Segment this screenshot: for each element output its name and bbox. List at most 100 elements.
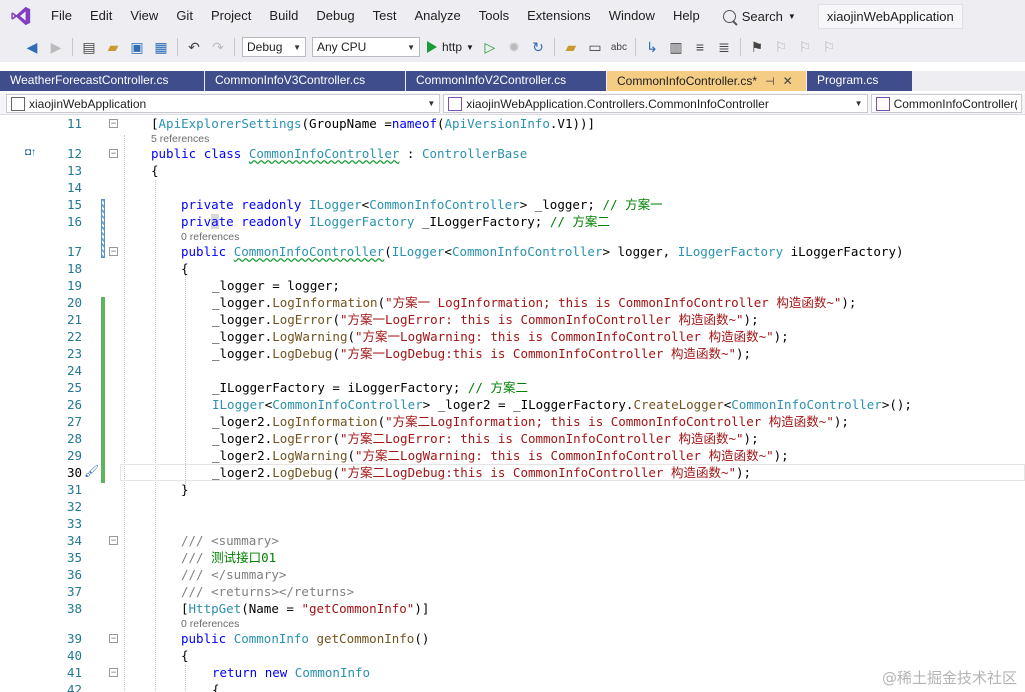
line-number: 32 — [66, 499, 82, 514]
open-file-icon[interactable]: ▰ — [103, 37, 123, 57]
implementation-glyph-icon[interactable]: ◘↑ — [25, 147, 36, 158]
menu-debug[interactable]: Debug — [307, 0, 363, 32]
standard-toolbar: ◀ ▶ ▤ ▰ ▣ ▦ ↶ ↷ Debug ▼ Any CPU ▼ http ▼… — [0, 32, 1025, 62]
browse-folder-icon[interactable]: ▰ — [561, 37, 581, 57]
code-line: 13 { — [0, 162, 1025, 179]
fold-toggle-icon[interactable]: − — [109, 119, 118, 128]
code-line: 35 /// 测试接口01 — [0, 549, 1025, 566]
codelens-references[interactable]: 0 references — [181, 618, 239, 630]
solution-platform-dropdown[interactable]: Any CPU ▼ — [312, 37, 420, 57]
project-dropdown[interactable]: xiaojinWebApplication ▼ — [6, 94, 441, 113]
code-text: } — [181, 482, 189, 497]
line-number: 26 — [66, 397, 82, 412]
code-text: public CommonInfoController(ILogger<Comm… — [181, 244, 904, 259]
code-text: ILogger<CommonInfoController> _loger2 = … — [212, 397, 912, 412]
navigate-back-icon[interactable]: ◀ — [22, 37, 42, 57]
tab-commoninfov2controller[interactable]: CommonInfoV2Controller.cs — [406, 71, 607, 91]
quick-actions-brush-icon[interactable]: 🖌 — [84, 464, 99, 478]
toolbar-separator — [72, 38, 73, 56]
line-number: 40 — [66, 648, 82, 663]
outdent-icon[interactable]: ≣ — [714, 37, 734, 57]
code-line: 23 _logger.LogDebug("方案一LogDebug:this is… — [0, 345, 1025, 362]
close-icon[interactable]: ✕ — [783, 74, 793, 88]
line-number: 38 — [66, 601, 82, 616]
save-icon[interactable]: ▣ — [127, 37, 147, 57]
menu-test[interactable]: Test — [364, 0, 406, 32]
spell-check-icon[interactable]: abc — [609, 37, 629, 57]
undo-icon[interactable]: ↶ — [184, 37, 204, 57]
codelens-references[interactable]: 0 references — [181, 231, 239, 243]
fold-toggle-icon[interactable]: − — [109, 536, 118, 545]
navigate-forward-icon[interactable]: ▶ — [46, 37, 66, 57]
codelens-references[interactable]: 5 references — [151, 133, 209, 145]
chevron-down-icon: ▼ — [787, 11, 796, 21]
search-button[interactable]: Search ▼ — [715, 9, 804, 24]
code-line: 29 _loger2.LogWarning("方案二LogWarning: th… — [0, 447, 1025, 464]
indent-icon[interactable]: ≡ — [690, 37, 710, 57]
fold-toggle-icon[interactable]: − — [109, 149, 118, 158]
clear-bookmarks-icon[interactable]: ⚐ — [819, 37, 839, 57]
redo-icon[interactable]: ↷ — [208, 37, 228, 57]
line-number: 42 — [66, 682, 82, 692]
column-view-icon[interactable]: ▥ — [666, 37, 686, 57]
bookmark-icon[interactable]: ⚑ — [747, 37, 767, 57]
fold-toggle-icon[interactable]: − — [109, 247, 118, 256]
code-line: 19 _logger = logger; — [0, 277, 1025, 294]
line-number: 16 — [66, 214, 82, 229]
refresh-icon[interactable]: ↻ — [528, 37, 548, 57]
pin-icon[interactable]: ⊣ — [765, 75, 775, 88]
type-dropdown[interactable]: xiaojinWebApplication.Controllers.Common… — [443, 94, 868, 113]
menu-edit[interactable]: Edit — [81, 0, 121, 32]
bookmark-next-icon[interactable]: ⚐ — [795, 37, 815, 57]
fold-toggle-icon[interactable]: − — [109, 634, 118, 643]
code-text: { — [212, 682, 220, 692]
tab-commoninfocontroller[interactable]: CommonInfoController.cs* ⊣ ✕ — [607, 71, 807, 91]
menu-file[interactable]: File — [42, 0, 81, 32]
menu-help[interactable]: Help — [664, 0, 709, 32]
line-number: 37 — [66, 584, 82, 599]
member-dropdown[interactable]: CommonInfoController(IL — [870, 94, 1022, 113]
save-all-icon[interactable]: ▦ — [151, 37, 171, 57]
menu-analyze[interactable]: Analyze — [405, 0, 469, 32]
visual-studio-logo-icon[interactable] — [10, 5, 32, 27]
code-line: 38 [HttpGet(Name = "getCommonInfo")] — [0, 600, 1025, 617]
line-number: 28 — [66, 431, 82, 446]
hot-reload-icon[interactable]: ✹ — [504, 37, 524, 57]
solution-name[interactable]: xiaojinWebApplication — [817, 3, 963, 29]
new-project-icon[interactable]: ▤ — [79, 37, 99, 57]
code-text: public CommonInfo getCommonInfo() — [181, 631, 430, 646]
code-text: return new CommonInfo — [212, 665, 371, 680]
start-debugging-button[interactable]: http ▼ — [427, 40, 474, 54]
code-text: { — [151, 163, 159, 178]
menu-bar: File Edit View Git Project Build Debug T… — [0, 0, 1025, 32]
menu-tools[interactable]: Tools — [470, 0, 518, 32]
layout-icon[interactable]: ▭ — [585, 37, 605, 57]
toolbar-separator — [234, 38, 235, 56]
code-line: 14 — [0, 179, 1025, 196]
toolbar-separator — [739, 38, 741, 56]
code-line: 22 _logger.LogWarning("方案一LogWarning: th… — [0, 328, 1025, 345]
menu-extensions[interactable]: Extensions — [518, 0, 600, 32]
line-number: 33 — [66, 516, 82, 531]
tab-weatherforecastcontroller[interactable]: WeatherForecastController.cs — [0, 71, 205, 91]
tab-commoninfov3controller[interactable]: CommonInfoV3Controller.cs — [205, 71, 406, 91]
tab-label: CommonInfoV3Controller.cs — [215, 73, 366, 87]
solution-configuration-dropdown[interactable]: Debug ▼ — [242, 37, 306, 57]
menu-window[interactable]: Window — [600, 0, 664, 32]
menu-view[interactable]: View — [121, 0, 167, 32]
code-line: 25 _ILoggerFactory = iLoggerFactory; // … — [0, 379, 1025, 396]
menu-git[interactable]: Git — [167, 0, 202, 32]
code-text: { — [181, 648, 189, 663]
step-into-icon[interactable]: ↳ — [642, 37, 662, 57]
bookmark-prev-icon[interactable]: ⚐ — [771, 37, 791, 57]
code-editor[interactable]: 11 − [ApiExplorerSettings(GroupName =nam… — [0, 115, 1025, 692]
toolbar-separator — [177, 38, 178, 56]
chevron-down-icon: ▼ — [293, 42, 301, 52]
start-without-debugging-icon[interactable]: ▷ — [480, 37, 500, 57]
tab-program[interactable]: Program.cs — [807, 71, 913, 91]
code-text: public class CommonInfoController : Cont… — [151, 146, 528, 161]
code-text: /// <returns></returns> — [181, 584, 355, 599]
fold-toggle-icon[interactable]: − — [109, 668, 118, 677]
menu-project[interactable]: Project — [202, 0, 260, 32]
menu-build[interactable]: Build — [260, 0, 307, 32]
